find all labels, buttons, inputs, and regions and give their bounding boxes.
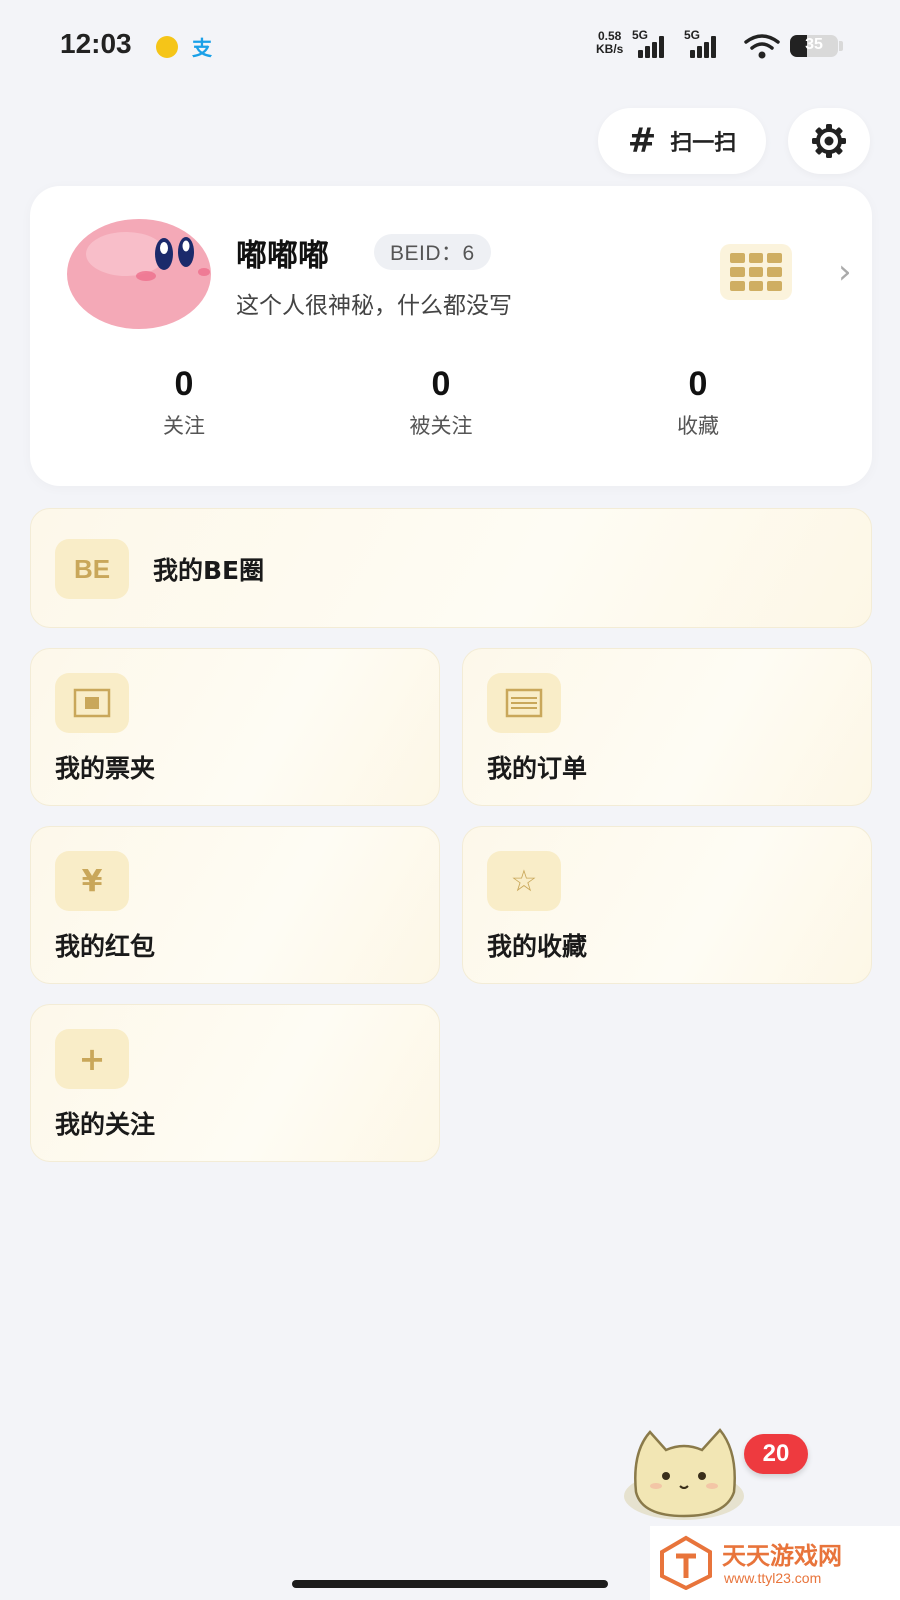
stat-label: 收藏 bbox=[677, 414, 719, 438]
stat-value: 0 bbox=[431, 365, 451, 403]
menu-label: 我的收藏 bbox=[487, 932, 588, 961]
watermark: 天天游戏网 www.ttyl23.com bbox=[650, 1526, 900, 1600]
stat-followers[interactable]: 0 被关注 bbox=[351, 364, 531, 440]
username: 嘟嘟嘟 bbox=[236, 238, 329, 274]
menu-label: 我的红包 bbox=[55, 932, 156, 961]
watermark-url: www.ttyl23.com bbox=[724, 1570, 822, 1586]
plus-icon: + bbox=[55, 1029, 129, 1089]
bio-text: 这个人很神秘，什么都没写 bbox=[236, 293, 512, 319]
battery-icon: 35 bbox=[790, 35, 838, 57]
sim1-label: 5G bbox=[632, 28, 649, 42]
home-indicator[interactable] bbox=[292, 1580, 608, 1588]
hash-icon: # bbox=[627, 121, 657, 161]
stat-value: 0 bbox=[174, 365, 194, 403]
status-time: 12:03 bbox=[60, 28, 132, 59]
stat-label: 关注 bbox=[163, 414, 205, 438]
battery-cap bbox=[839, 41, 843, 51]
notification-badge: 20 bbox=[744, 1434, 808, 1474]
watermark-logo-icon bbox=[660, 1535, 712, 1590]
signal-2-icon: 5G bbox=[684, 28, 724, 58]
wifi-icon bbox=[744, 34, 780, 59]
menu-ticket-holder[interactable]: 我的票夹 bbox=[30, 648, 440, 806]
settings-button[interactable] bbox=[788, 108, 870, 174]
network-speed-unit: KB/s bbox=[596, 42, 624, 56]
plus-glyph: + bbox=[78, 1040, 106, 1078]
ticket-icon bbox=[55, 673, 129, 733]
menu-label: 我的关注 bbox=[55, 1110, 156, 1139]
alipay-icon: 支 bbox=[192, 36, 212, 60]
profile-stats: 0 关注 0 被关注 0 收藏 bbox=[30, 364, 872, 454]
menu-label: 我的BE圈 bbox=[153, 556, 265, 585]
profile-card: 嘟嘟嘟 BEID：6 这个人很神秘，什么都没写 › 0 关注 0 被关注 0 收… bbox=[30, 186, 872, 486]
menu-following[interactable]: + 我的关注 bbox=[30, 1004, 440, 1162]
watermark-title: 天天游戏网 bbox=[722, 1542, 842, 1570]
scan-button[interactable]: # 扫一扫 bbox=[598, 108, 766, 174]
order-list-icon bbox=[487, 673, 561, 733]
menu-label: 我的票夹 bbox=[55, 754, 156, 783]
menu-orders[interactable]: 我的订单 bbox=[462, 648, 872, 806]
signal-1-icon: 5G bbox=[632, 28, 672, 58]
menu-label: 我的订单 bbox=[487, 754, 588, 783]
scan-label: 扫一扫 bbox=[670, 131, 737, 156]
menu-red-packets[interactable]: ¥ 我的红包 bbox=[30, 826, 440, 984]
sim2-label: 5G bbox=[684, 28, 701, 42]
battery-level: 35 bbox=[805, 36, 823, 53]
be-icon-text: BE bbox=[73, 553, 111, 584]
stat-label: 被关注 bbox=[409, 414, 473, 438]
beid-badge: BEID：6 bbox=[374, 234, 491, 270]
menu-favorites[interactable]: ☆ 我的收藏 bbox=[462, 826, 872, 984]
yen-glyph: ¥ bbox=[81, 863, 103, 899]
menu-be-circle[interactable]: BE 我的BE圈 bbox=[30, 508, 872, 628]
avatar[interactable] bbox=[66, 214, 212, 330]
stat-value: 0 bbox=[688, 365, 708, 403]
status-bar: 12:03 支 0.58 KB/s 5G 5G 35 bbox=[0, 0, 900, 90]
yen-icon: ¥ bbox=[55, 851, 129, 911]
be-icon: BE bbox=[55, 539, 129, 599]
stat-following[interactable]: 0 关注 bbox=[94, 364, 274, 440]
qr-code-icon[interactable] bbox=[720, 244, 792, 300]
stat-favorites[interactable]: 0 收藏 bbox=[608, 364, 788, 440]
chevron-right-icon[interactable]: › bbox=[838, 252, 852, 292]
star-icon: ☆ bbox=[487, 851, 561, 911]
network-speed: 0.58 KB/s bbox=[596, 30, 623, 56]
cat-mascot-icon[interactable] bbox=[622, 1422, 750, 1522]
star-glyph: ☆ bbox=[510, 863, 538, 899]
gear-icon bbox=[812, 124, 846, 158]
chat-app-icon bbox=[156, 36, 178, 58]
